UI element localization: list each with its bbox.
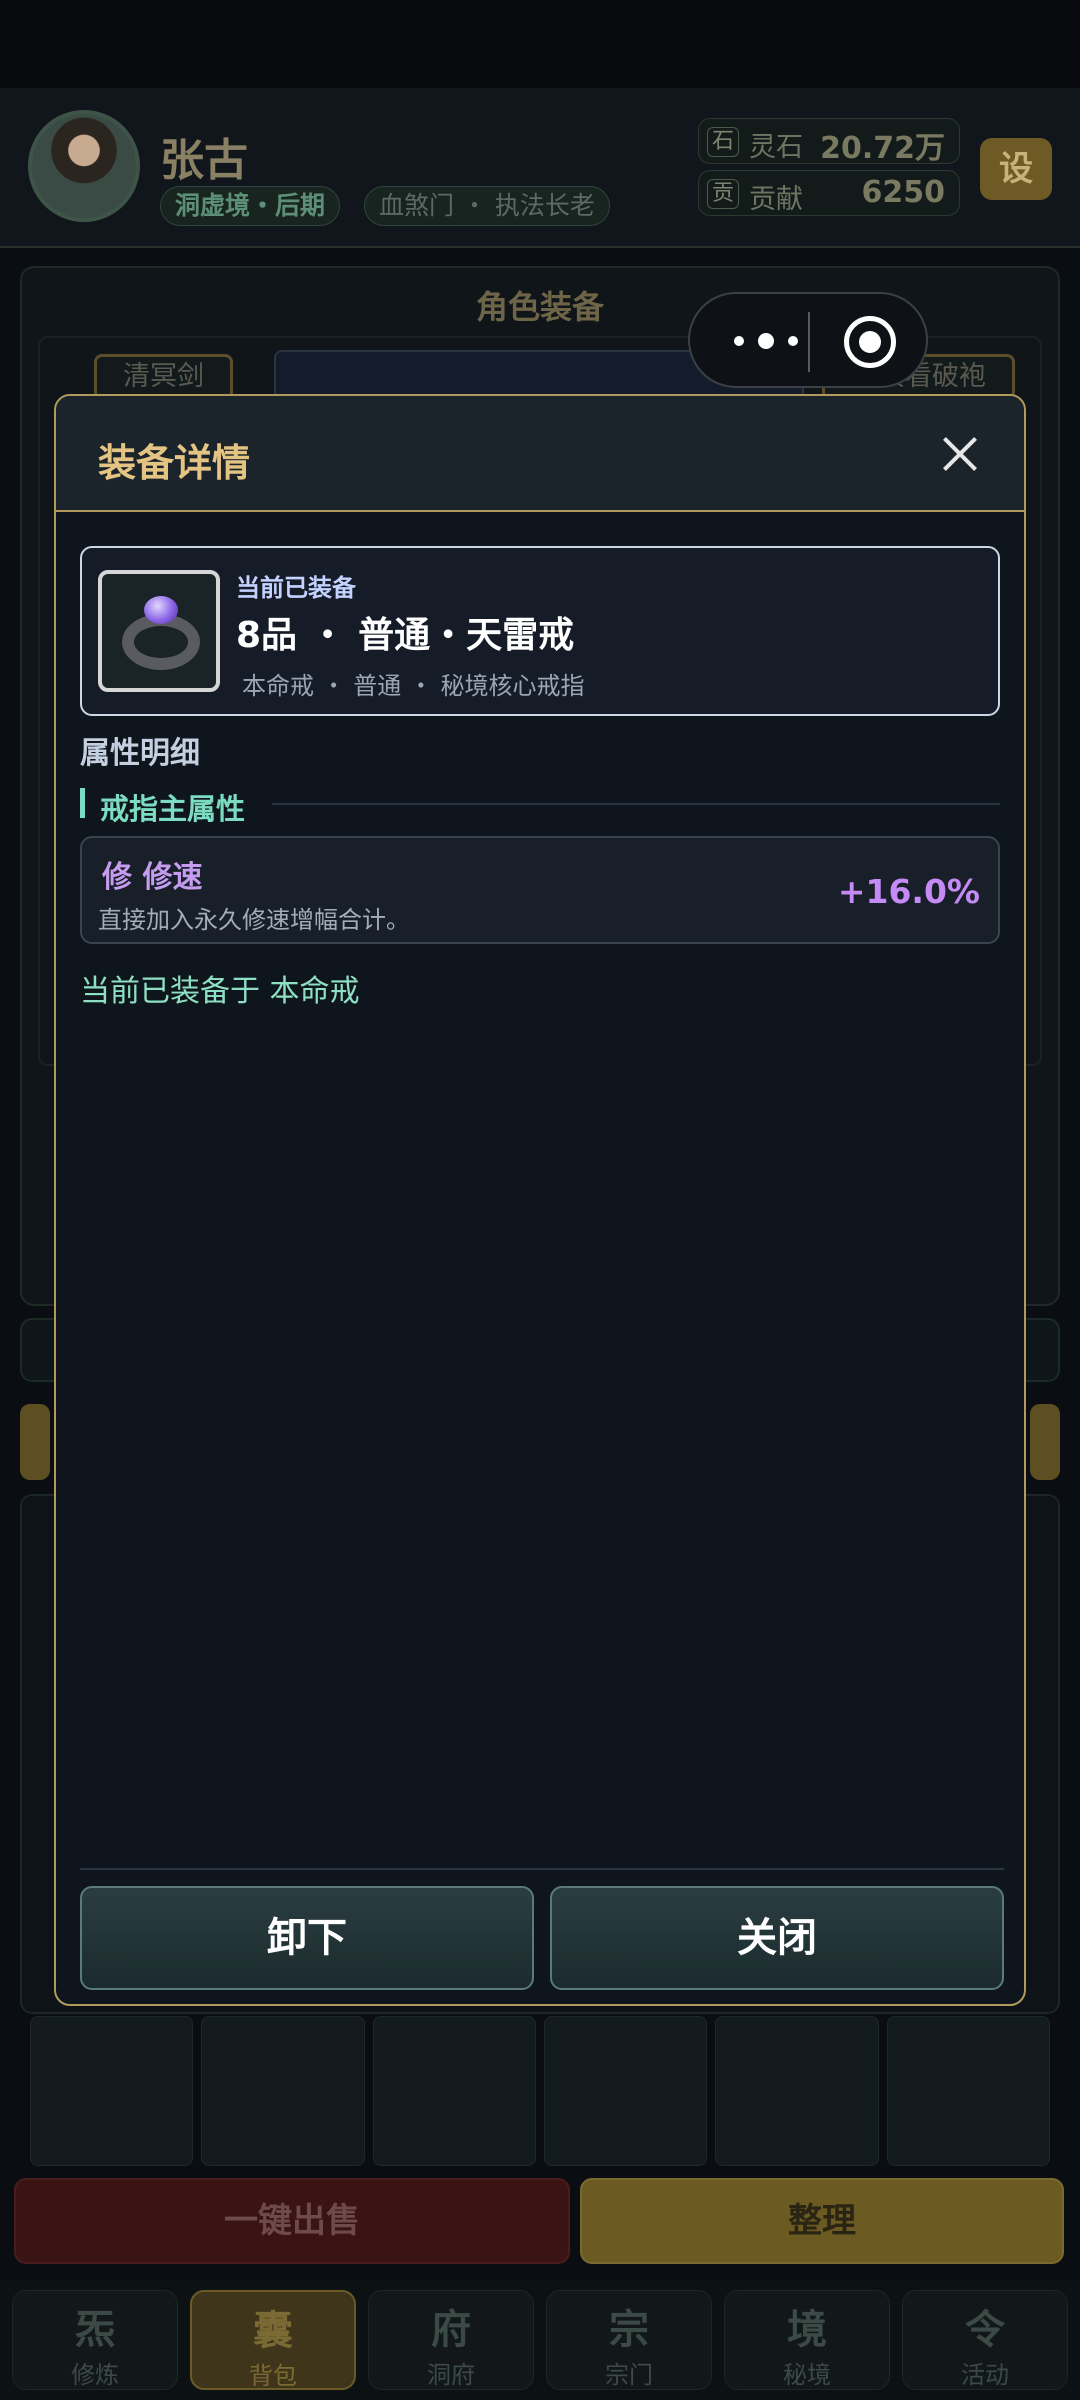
tab-label: 洞府 (427, 2361, 475, 2389)
item-name: 8品 ・ 普通・天雷戒 (236, 615, 575, 656)
app-root: 张古 洞虚境・后期 血煞门 ・ 执法长老 石 灵石 20.72万 贡 贡献 62… (0, 0, 1080, 2400)
stat-name: 修 修速 (102, 860, 203, 895)
equipped-slot-note: 当前已装备于 本命戒 (80, 974, 360, 1009)
close-button[interactable]: 关闭 (550, 1886, 1004, 1990)
tab-sect[interactable]: 宗 宗门 (546, 2290, 712, 2390)
ring-icon (98, 570, 220, 692)
realm-tag: 洞虚境・后期 (160, 186, 341, 226)
section-accent-bar (80, 788, 85, 818)
stat-description: 直接加入永久修速增幅合计。 (98, 906, 410, 934)
tab-label: 宗门 (605, 2361, 653, 2389)
sect-tag: 血煞门 ・ 执法长老 (364, 186, 610, 226)
tab-events[interactable]: 令 活动 (902, 2290, 1068, 2390)
bag-slot[interactable] (372, 2016, 536, 2166)
tab-label: 活动 (961, 2361, 1009, 2389)
status-bar (0, 0, 1080, 88)
ring-main-attribute-title: 戒指主属性 (100, 792, 246, 826)
tab-label: 修炼 (71, 2361, 119, 2389)
events-icon: 令 (965, 2307, 1005, 2353)
stat-row: 修 修速 直接加入永久修速增幅合计。 +16.0% (80, 836, 1000, 944)
spirit-stone-icon: 石 (707, 127, 739, 157)
section-divider (272, 803, 1000, 805)
resource-value: 20.72万 (820, 131, 945, 166)
exit-target-icon[interactable] (844, 316, 896, 368)
avatar[interactable] (28, 110, 140, 222)
tab-cave[interactable]: 府 洞府 (368, 2290, 534, 2390)
close-icon[interactable] (942, 436, 978, 472)
equipment-detail-modal: 装备详情 当前已装备 8品 ・ 普通・天雷戒 本命戒 ・ 普通 ・ 秘境核心戒指… (54, 394, 1026, 2006)
footer-divider (80, 1868, 1004, 1870)
sort-button[interactable]: 整理 (580, 2178, 1064, 2264)
unequip-button[interactable]: 卸下 (80, 1886, 534, 1990)
tab-label: 秘境 (783, 2361, 831, 2389)
bag-slot-row (30, 2016, 1050, 2166)
spirit-stone-resource: 石 灵石 20.72万 (698, 118, 960, 166)
equipped-item-card: 当前已装备 8品 ・ 普通・天雷戒 本命戒 ・ 普通 ・ 秘境核心戒指 (80, 546, 1000, 716)
modal-title: 装备详情 (98, 441, 251, 485)
bag-slot[interactable] (201, 2016, 365, 2166)
equipped-label: 当前已装备 (236, 574, 356, 602)
contribution-icon: 贡 (707, 179, 739, 209)
bag-slot[interactable] (543, 2016, 708, 2166)
filter-tab-left[interactable] (20, 1404, 50, 1480)
item-subtitle: 本命戒 ・ 普通 ・ 秘境核心戒指 (242, 672, 585, 700)
attribute-section-title: 属性明细 (80, 736, 200, 771)
stat-value: +16.0% (837, 872, 980, 911)
cultivate-icon: 炁 (75, 2307, 115, 2353)
bag-slot[interactable] (886, 2016, 1050, 2166)
bag-slot[interactable] (30, 2016, 194, 2166)
settings-button[interactable]: 设 (980, 138, 1052, 200)
filter-tab-right[interactable] (1030, 1404, 1060, 1480)
realm-icon: 境 (787, 2307, 827, 2353)
contribution-resource: 贡 贡献 6250 (698, 170, 960, 216)
tab-cultivate[interactable]: 炁 修炼 (12, 2290, 178, 2390)
tab-secret-realm[interactable]: 境 秘境 (724, 2290, 890, 2390)
tab-label: 背包 (249, 2362, 297, 2390)
tab-bag[interactable]: 囊 背包 (190, 2290, 356, 2390)
bottom-tab-bar: 炁 修炼 囊 背包 府 洞府 宗 宗门 境 秘境 令 活动 (0, 2280, 1080, 2400)
sell-all-button[interactable]: 一键出售 (14, 2178, 570, 2264)
sect-icon: 宗 (609, 2307, 649, 2353)
capsule-divider (808, 312, 810, 372)
bag-slot[interactable] (715, 2016, 879, 2166)
modal-header: 装备详情 (56, 396, 1024, 512)
bag-icon: 囊 (253, 2308, 293, 2354)
profile-header: 张古 洞虚境・后期 血煞门 ・ 执法长老 石 灵石 20.72万 贡 贡献 62… (0, 88, 1080, 248)
mini-program-capsule (688, 292, 928, 388)
resource-label: 贡献 (749, 184, 803, 215)
resource-label: 灵石 (749, 132, 803, 163)
cave-icon: 府 (431, 2307, 471, 2353)
more-menu-icon[interactable] (734, 328, 798, 356)
player-name: 张古 (160, 135, 248, 186)
resource-value: 6250 (861, 175, 946, 210)
